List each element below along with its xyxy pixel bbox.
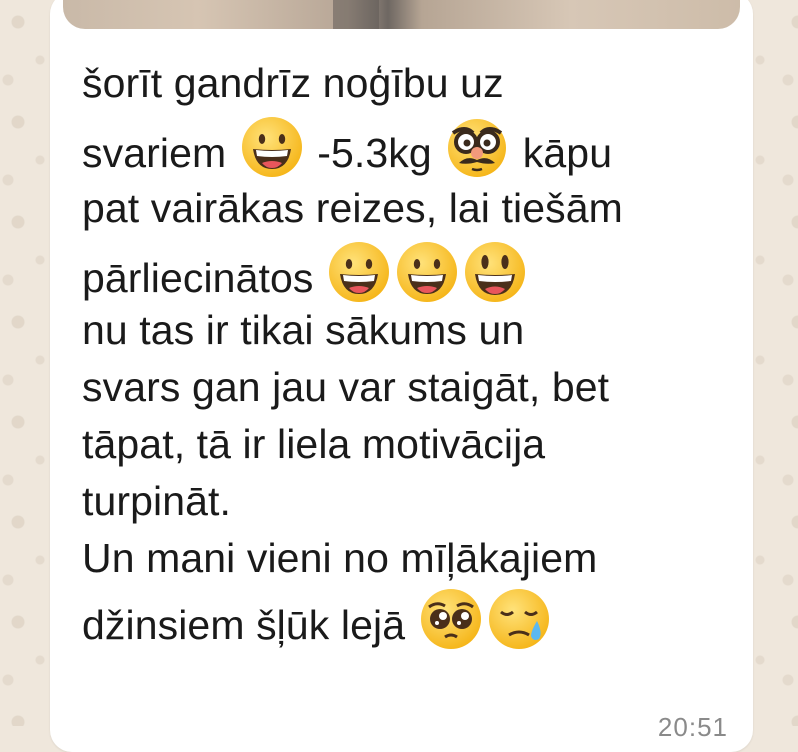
message-line: tāpat, tā ir liela motivācija [82,421,546,467]
message-line: pat vairākas reizes, lai tiešām [82,185,623,231]
message-line: svars gan jau var staigāt, bet [82,364,610,410]
message-line: džinsiem šļūk lejā [82,587,722,650]
message-line: svariem -5.3kg kāpu [82,115,722,178]
message-line: pārliecinātos [82,240,722,303]
grinning-face-icon [241,116,302,177]
message-fragment: džinsiem šļūk lejā [82,602,406,648]
message-fragment: pārliecinātos [82,254,314,301]
message-line: Un mani vieni no mīļākajiem [82,535,598,581]
message-line: turpināt. [82,478,232,524]
disguised-face-icon [448,118,507,177]
message-line: nu tas ir tikai sākums un [82,307,525,353]
message-text: šorīt gandrīz noģību uz svariem -5.3kg k… [82,52,722,650]
message-fragment: svariem [82,129,227,176]
grinning-face-icon [329,241,389,302]
sad-but-relieved-face-icon [488,589,549,649]
message-timestamp: 20:51 [657,712,728,742]
photo-detail [333,0,379,29]
message-line: šorīt gandrīz noģību uz [82,60,504,106]
message-fragment: -5.3kg [317,129,432,176]
attached-photo[interactable] [63,0,740,29]
message-fragment: kāpu [522,129,613,176]
grinning-face-big-eyes-icon [465,241,525,302]
grinning-face-icon [397,241,457,302]
pleading-face-icon [420,589,481,649]
